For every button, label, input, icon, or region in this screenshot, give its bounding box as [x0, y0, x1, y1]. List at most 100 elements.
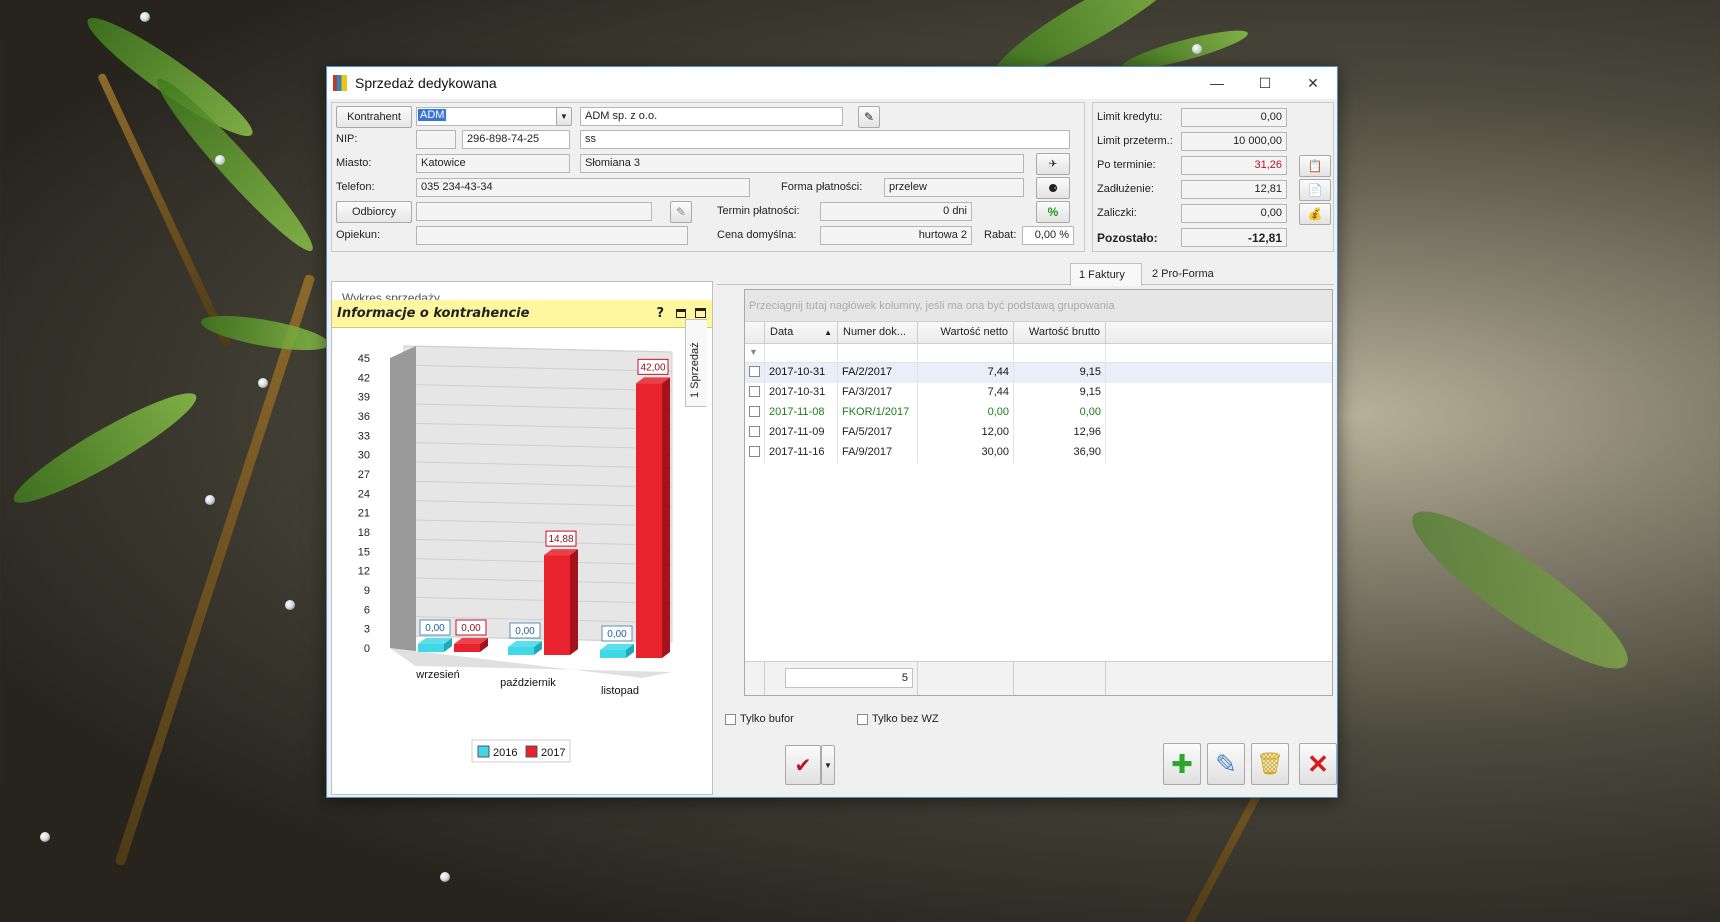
- odbiorcy-edit-icon[interactable]: ✎: [670, 201, 692, 223]
- bar: [636, 383, 662, 658]
- tylko-bez-wz-checkbox[interactable]: Tylko bez WZ: [857, 713, 939, 725]
- row-checkbox[interactable]: [745, 403, 765, 423]
- tylko-bufor-checkbox[interactable]: Tylko bufor: [725, 713, 794, 725]
- col-brutto[interactable]: Wartość brutto: [1014, 322, 1106, 343]
- maximize-panel-icon[interactable]: [695, 308, 706, 318]
- row-checkbox[interactable]: [745, 363, 765, 383]
- kontrahent-dropdown-arrow[interactable]: ▼: [556, 107, 572, 126]
- col-numer[interactable]: Numer dok...: [838, 322, 918, 343]
- cell-numer: FA/2/2017: [838, 363, 918, 383]
- nip-prefix-select[interactable]: [416, 130, 456, 149]
- y-tick-label: 18: [358, 527, 370, 539]
- tab-faktury[interactable]: 1 Faktury: [1070, 263, 1142, 286]
- ulica-field[interactable]: Słomiana 3: [580, 154, 1024, 173]
- y-tick-label: 30: [358, 450, 370, 462]
- maximize-button[interactable]: ☐: [1241, 67, 1289, 99]
- y-tick-label: 0: [364, 643, 370, 655]
- bar: [418, 644, 444, 652]
- odbiorcy-button[interactable]: Odbiorcy: [336, 201, 412, 223]
- nip-extra-field[interactable]: ss: [580, 130, 1070, 149]
- opiekun-label: Opiekun:: [336, 229, 381, 241]
- limit-przeterm-label: Limit przeterm.:: [1097, 135, 1173, 147]
- payment-icon[interactable]: ⚈: [1036, 177, 1070, 199]
- approve-button[interactable]: ✔: [785, 745, 821, 785]
- po-terminie-icon[interactable]: 📋: [1299, 155, 1331, 177]
- po-terminie-value: 31,26: [1181, 156, 1287, 175]
- nip-field[interactable]: 296-898-74-25: [462, 130, 570, 149]
- sales-chart-collapsed-title[interactable]: Wykres sprzedaży: [342, 290, 440, 300]
- rabat-field[interactable]: 0,00 %: [1022, 226, 1074, 245]
- legend-label: 2016: [493, 747, 517, 759]
- title-bar: Sprzedaż dedykowana — ☐ ✕: [327, 67, 1337, 99]
- table-row[interactable]: 2017-10-31 FA/3/2017 7,44 9,15: [745, 383, 1332, 403]
- main-window: Sprzedaż dedykowana — ☐ ✕ Kontrahent ADM…: [326, 66, 1338, 798]
- limit-kredytu-label: Limit kredytu:: [1097, 111, 1163, 123]
- termin-field[interactable]: 0 dni: [820, 202, 972, 221]
- help-icon[interactable]: ?: [656, 306, 664, 321]
- data-label: 0,00: [607, 629, 627, 640]
- cell-data: 2017-11-08: [765, 403, 838, 423]
- minimize-button[interactable]: —: [1193, 67, 1241, 99]
- cell-data: 2017-11-09: [765, 423, 838, 443]
- limit-przeterm-value: 10 000,00: [1181, 132, 1287, 151]
- address-icon[interactable]: ✈: [1036, 153, 1070, 175]
- col-data[interactable]: Data ▲: [765, 322, 838, 343]
- row-checkbox[interactable]: [745, 423, 765, 443]
- kontrahent-code-field[interactable]: ADM: [416, 107, 558, 126]
- opiekun-field[interactable]: [416, 226, 688, 245]
- filter-row[interactable]: ▼: [745, 344, 1332, 363]
- bar: [454, 644, 480, 652]
- col-netto[interactable]: Wartość netto: [918, 322, 1014, 343]
- info-header: Informacje o kontrahencie ?: [332, 300, 712, 328]
- y-tick-label: 12: [358, 566, 370, 578]
- tylko-bufor-check[interactable]: [725, 713, 736, 725]
- table-row[interactable]: 2017-11-16 FA/9/2017 30,00 36,90: [745, 443, 1332, 463]
- cell-netto: 12,00: [918, 423, 1014, 443]
- zadluzenie-icon[interactable]: 📄: [1299, 179, 1331, 201]
- cena-label: Cena domyślna:: [717, 229, 797, 241]
- cell-brutto: 9,15: [1014, 363, 1106, 383]
- cena-field[interactable]: hurtowa 2: [820, 226, 972, 245]
- invoice-grid: Przeciągnij tutaj nagłówek kolumny, jeśl…: [744, 289, 1333, 696]
- y-tick-label: 9: [364, 585, 370, 597]
- y-tick-label: 3: [364, 624, 370, 636]
- miasto-field[interactable]: Katowice: [416, 154, 570, 173]
- edit-button[interactable]: ✎: [1207, 743, 1245, 785]
- approve-dropdown-arrow[interactable]: ▼: [821, 745, 835, 785]
- grid-body: 2017-10-31 FA/2/2017 7,44 9,15 2017-10-31 FA/…: [745, 363, 1332, 463]
- app-icon: [333, 75, 347, 91]
- tab-sprzedaz[interactable]: 1 Sprzedaż: [685, 319, 707, 407]
- delete-button[interactable]: 🗑: [1251, 743, 1289, 785]
- y-tick-label: 33: [358, 430, 370, 442]
- table-row[interactable]: 2017-10-31 FA/2/2017 7,44 9,15: [745, 363, 1332, 383]
- add-button[interactable]: ✚: [1163, 743, 1201, 785]
- telefon-field[interactable]: 035 234-43-34: [416, 178, 750, 197]
- telefon-label: Telefon:: [336, 181, 375, 193]
- row-checkbox[interactable]: [745, 443, 765, 463]
- close-button[interactable]: ✕: [1299, 743, 1337, 785]
- close-window-button[interactable]: ✕: [1289, 67, 1337, 99]
- forma-platnosci-field[interactable]: przelew: [884, 178, 1024, 197]
- select-all-header[interactable]: [745, 322, 765, 343]
- zaliczki-icon[interactable]: 💰: [1299, 203, 1331, 225]
- tab-pro-forma[interactable]: 2 Pro-Forma: [1146, 263, 1236, 285]
- y-tick-label: 45: [358, 353, 370, 365]
- group-by-area[interactable]: Przeciągnij tutaj nagłówek kolumny, jeśl…: [745, 290, 1332, 322]
- cell-data: 2017-10-31: [765, 363, 838, 383]
- kontrahent-button[interactable]: Kontrahent: [336, 106, 412, 128]
- data-label: 0,00: [515, 626, 535, 637]
- percent-icon[interactable]: %: [1036, 201, 1070, 223]
- tylko-bez-wz-check[interactable]: [857, 713, 868, 725]
- filter-icon[interactable]: ▼: [745, 344, 765, 362]
- kontrahent-code-value: ADM: [418, 109, 447, 121]
- contractor-panel: Kontrahent ADM ▼ ADM sp. z o.o. ✎ NIP: 2…: [331, 102, 1085, 252]
- odbiorcy-field[interactable]: [416, 202, 652, 221]
- table-row[interactable]: 2017-11-08 FKOR/1/2017 0,00 0,00: [745, 403, 1332, 423]
- table-row[interactable]: 2017-11-09 FA/5/2017 12,00 12,96: [745, 423, 1332, 443]
- row-checkbox[interactable]: [745, 383, 765, 403]
- kontrahent-name-field[interactable]: ADM sp. z o.o.: [580, 107, 843, 126]
- cell-numer: FKOR/1/2017: [838, 403, 918, 423]
- restore-panel-icon[interactable]: [676, 309, 686, 318]
- zaliczki-value: 0,00: [1181, 204, 1287, 223]
- kontrahent-edit-icon[interactable]: ✎: [858, 106, 880, 128]
